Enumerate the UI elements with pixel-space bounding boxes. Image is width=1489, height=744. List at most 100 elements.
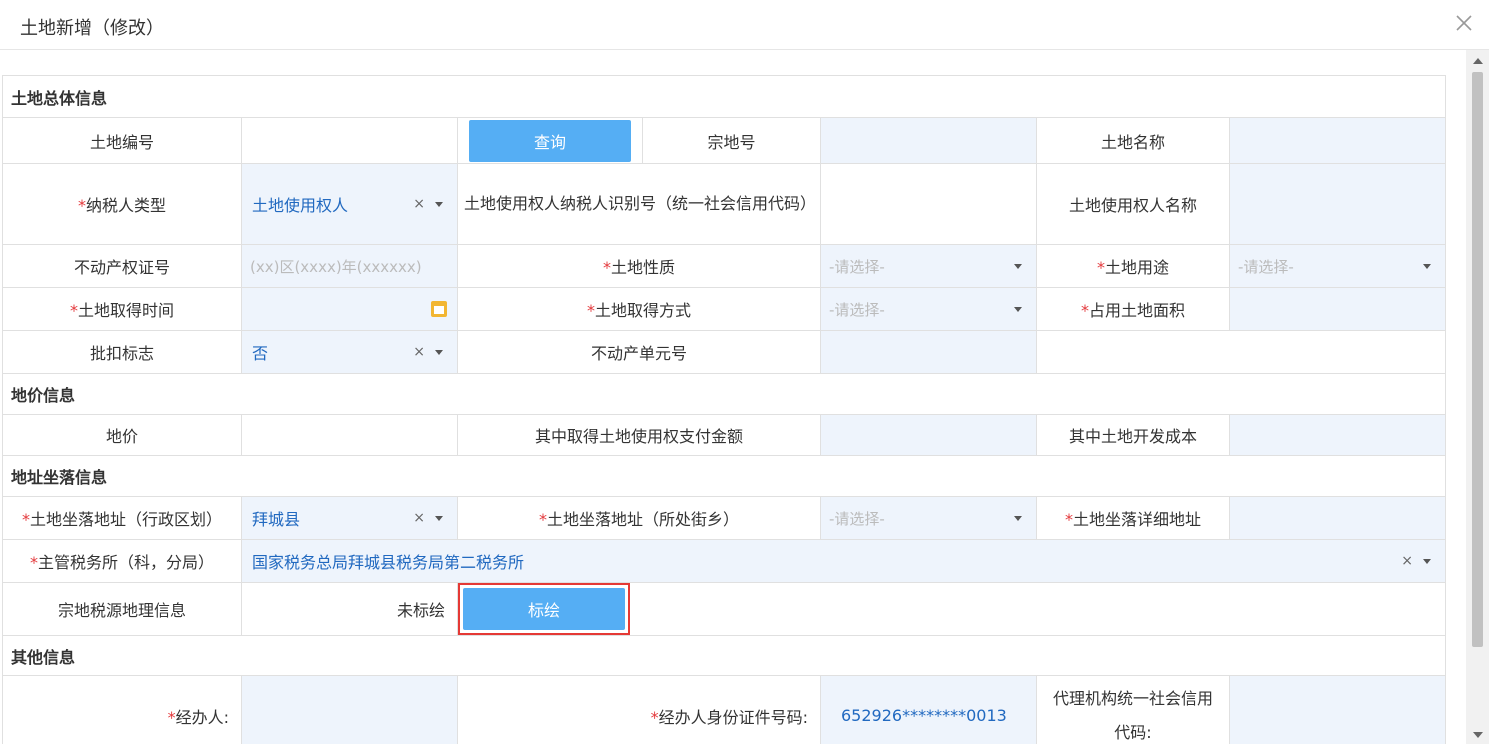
label-land-nature: *土地性质 — [457, 244, 821, 288]
use-right-payment-input[interactable] — [820, 414, 1037, 456]
chevron-down-icon[interactable] — [1423, 263, 1432, 269]
dialog-title: 土地新增（修改） — [20, 18, 164, 39]
plot-highlight: 标绘 — [458, 583, 630, 635]
query-button[interactable]: 查询 — [469, 119, 631, 162]
handler-id-value: 652926********0013 — [841, 706, 1007, 725]
row-acquire: *土地取得时间 *土地取得方式 -请选择- *占用土地面积 — [2, 287, 1447, 331]
occupied-area-input[interactable] — [1228, 287, 1447, 331]
chevron-down-icon[interactable] — [1014, 306, 1022, 312]
dialog-titlebar: 土地新增（修改） — [0, 0, 1489, 50]
chevron-down-icon[interactable] — [1423, 558, 1432, 564]
geo-status: 未标绘 — [241, 582, 458, 636]
land-use-select[interactable]: -请选择- — [1228, 244, 1447, 288]
handler-id-input[interactable]: 652926********0013 — [820, 675, 1037, 744]
section-title-price: 地价信息 — [1, 373, 1447, 415]
row-tax-office: *主管税务所（科，分局） 国家税务总局拜城县税务局第二税务所 × — [2, 539, 1447, 583]
tax-office-value: 国家税务总局拜城县税务局第二税务所 — [252, 553, 525, 572]
clear-icon[interactable]: × — [1401, 553, 1413, 569]
row-price: 地价 其中取得土地使用权支付金额 其中土地开发成本 — [2, 414, 1447, 456]
property-unit-no-input[interactable] — [820, 330, 1037, 374]
label-taxpayer-type: *纳税人类型 — [2, 163, 242, 245]
label-geo-info: 宗地税源地理信息 — [2, 582, 242, 636]
clear-icon[interactable]: × — [413, 344, 425, 360]
plot-cell: 标绘 — [456, 582, 1447, 636]
chevron-down-icon[interactable] — [1014, 263, 1022, 269]
row-land-no: 土地编号 查询 宗地号 土地名称 — [2, 117, 1447, 164]
chevron-down-icon[interactable] — [435, 201, 443, 207]
development-cost-input[interactable] — [1228, 414, 1447, 456]
section-price-row: 地价信息 — [1, 373, 1447, 415]
label-addr-detail: *土地坐落详细地址 — [1036, 496, 1230, 540]
parcel-no-input[interactable] — [820, 117, 1037, 164]
row-deduction: 批扣标志 否 × 不动产单元号 — [2, 330, 1447, 374]
land-nature-select[interactable]: -请选择- — [820, 244, 1037, 288]
empty-cell — [1035, 330, 1447, 374]
query-cell: 查询 — [457, 117, 643, 164]
label-land-use: *土地用途 — [1036, 244, 1230, 288]
label-occupied-area: *占用土地面积 — [1036, 287, 1230, 331]
label-tax-office: *主管税务所（科，分局） — [2, 539, 242, 583]
land-no-input[interactable] — [241, 117, 458, 164]
deduction-flag-value: 否 — [252, 344, 269, 363]
form-content: 土地总体信息 土地编号 查询 宗地号 土地名称 *纳税人类型 土地使用权人 × … — [0, 50, 1466, 744]
taxpayer-type-value: 土地使用权人 — [252, 196, 349, 215]
scroll-thumb[interactable] — [1472, 72, 1483, 647]
vertical-scrollbar[interactable] — [1466, 50, 1489, 744]
land-price-input[interactable] — [241, 414, 458, 456]
acquire-time-input[interactable] — [241, 287, 458, 331]
close-icon[interactable] — [1451, 10, 1477, 36]
tax-office-select[interactable]: 国家税务总局拜城县税务局第二税务所 × — [240, 539, 1447, 583]
chevron-down-icon[interactable] — [435, 515, 443, 521]
clear-icon[interactable]: × — [413, 196, 425, 212]
scroll-up-icon[interactable] — [1473, 58, 1483, 64]
row-taxpayer-type: *纳税人类型 土地使用权人 × 土地使用权人纳税人识别号（统一社会信用代码） 土… — [2, 163, 1447, 245]
label-parcel-no: 宗地号 — [642, 117, 821, 164]
calendar-icon[interactable] — [431, 301, 447, 317]
property-cert-input[interactable]: (xx)区(xxxx)年(xxxxxx) — [241, 244, 458, 288]
label-addr-district: *土地坐落地址（行政区划） — [2, 496, 242, 540]
chevron-down-icon[interactable] — [435, 349, 443, 355]
handler-input[interactable] — [241, 675, 458, 744]
section-title-general: 土地总体信息 — [1, 75, 1447, 118]
label-acquire-method: *土地取得方式 — [457, 287, 821, 331]
label-user-tax-id: 土地使用权人纳税人识别号（统一社会信用代码） — [457, 163, 821, 245]
agency-code-input[interactable] — [1228, 675, 1447, 744]
land-name-input[interactable] — [1228, 117, 1447, 164]
addr-district-select[interactable]: 拜城县 × — [241, 496, 458, 540]
clear-icon[interactable]: × — [413, 510, 425, 526]
label-use-right-payment: 其中取得土地使用权支付金额 — [457, 414, 821, 456]
row-geo-info: 宗地税源地理信息 未标绘 标绘 — [2, 582, 1447, 636]
label-land-no: 土地编号 — [2, 117, 242, 164]
scroll-down-icon[interactable] — [1473, 732, 1483, 738]
label-handler: *经办人: — [2, 675, 242, 744]
label-user-name: 土地使用权人名称 — [1036, 163, 1230, 245]
label-property-cert: 不动产权证号 — [2, 244, 242, 288]
section-other-row: 其他信息 — [1, 635, 1447, 676]
chevron-down-icon[interactable] — [1014, 515, 1022, 521]
label-land-name: 土地名称 — [1036, 117, 1230, 164]
addr-street-select[interactable]: -请选择- — [820, 496, 1037, 540]
row-property-cert: 不动产权证号 (xx)区(xxxx)年(xxxxxx) *土地性质 -请选择- … — [2, 244, 1447, 288]
user-tax-id-input[interactable] — [820, 163, 1037, 245]
taxpayer-type-select[interactable]: 土地使用权人 × — [241, 163, 458, 245]
addr-detail-input[interactable] — [1228, 496, 1447, 540]
row-address: *土地坐落地址（行政区划） 拜城县 × *土地坐落地址（所处街乡） -请选择- … — [2, 496, 1447, 540]
section-title-other: 其他信息 — [1, 635, 1447, 676]
land-form-table: 土地总体信息 土地编号 查询 宗地号 土地名称 *纳税人类型 土地使用权人 × … — [1, 75, 1447, 744]
label-agency-code: 代理机构统一社会信用代码: — [1036, 675, 1230, 744]
addr-district-value: 拜城县 — [252, 510, 301, 529]
label-land-price: 地价 — [2, 414, 242, 456]
user-name-input[interactable] — [1228, 163, 1447, 245]
plot-button[interactable]: 标绘 — [463, 588, 625, 630]
section-general-row: 土地总体信息 — [1, 75, 1447, 118]
label-deduction-flag: 批扣标志 — [2, 330, 242, 374]
label-development-cost: 其中土地开发成本 — [1036, 414, 1230, 456]
label-handler-id: *经办人身份证件号码: — [457, 675, 821, 744]
acquire-method-select[interactable]: -请选择- — [820, 287, 1037, 331]
label-acquire-time: *土地取得时间 — [2, 287, 242, 331]
section-address-row: 地址坐落信息 — [1, 455, 1447, 497]
section-title-address: 地址坐落信息 — [1, 455, 1447, 497]
deduction-flag-select[interactable]: 否 × — [241, 330, 458, 374]
label-property-unit-no: 不动产单元号 — [457, 330, 821, 374]
row-handler: *经办人: *经办人身份证件号码: 652926********0013 代理机… — [2, 675, 1447, 744]
